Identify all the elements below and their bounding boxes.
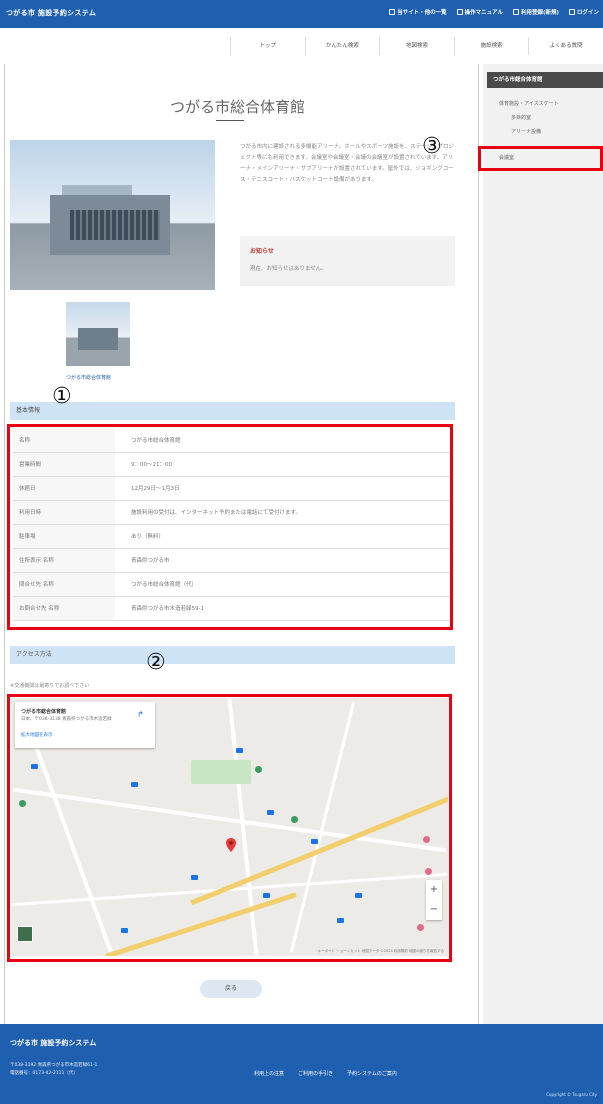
notice-text: 現在、お知らせはありません。	[250, 266, 327, 272]
global-nav: トップ かんたん検索 地図検索 施設検索 よくある質問	[230, 37, 603, 55]
info-icon	[389, 9, 396, 15]
top-header: つがる市 施設予約システム 当サイト・他の一覧 操作マニュアル 利用登録(新規)…	[0, 0, 603, 28]
site-brand[interactable]: つがる市 施設予約システム	[6, 8, 96, 18]
sidebar-item-sports[interactable]: 体育施設・アイススケート	[499, 100, 559, 107]
nav-item-top[interactable]: トップ	[230, 37, 305, 55]
header-link-register[interactable]: 利用登録(新規)	[512, 8, 559, 16]
access-note: ※交通機関は最寄りでお調べ下さい	[10, 683, 90, 689]
header-link-list[interactable]: 当サイト・他の一覧	[389, 8, 447, 16]
nav-item-facility-search[interactable]: 施設検索	[453, 37, 529, 55]
annotation-box-map	[7, 694, 452, 962]
pin-icon	[512, 9, 519, 15]
notice-title: お知らせ	[250, 248, 274, 255]
login-icon	[568, 9, 575, 15]
sidebar-title: つがる市総合体育館	[487, 72, 603, 88]
footer-link-terms[interactable]: 利用上の注意	[254, 1070, 284, 1077]
nav-item-faq[interactable]: よくある質問	[528, 37, 603, 55]
book-icon	[456, 9, 463, 15]
page-title: つがる市総合体育館	[169, 98, 305, 116]
footer-address: 〒038-3192 青森県つがる市木造若緑61-1	[10, 1063, 98, 1068]
thumbnail-caption[interactable]: つがる市総合体育館	[66, 374, 111, 381]
sidebar: つがる市総合体育館 体育施設・アイススケート 多目的室 アリーナ設備 会議室	[483, 64, 603, 1024]
title-divider	[216, 120, 244, 121]
header-link-label: ログイン	[576, 10, 599, 16]
header-links: 当サイト・他の一覧 操作マニュアル 利用登録(新規) ログイン	[389, 8, 599, 16]
footer-link-guide[interactable]: ご利用の手引き	[298, 1070, 333, 1077]
nav-item-map-search[interactable]: 地図検索	[379, 37, 454, 55]
sidebar-item-arena[interactable]: アリーナ設備	[511, 128, 541, 135]
basic-info-heading: 基本情報	[10, 402, 455, 420]
annotation-number-1: ①	[52, 384, 72, 409]
access-heading: アクセス方法	[10, 646, 455, 664]
footer-brand: つがる市 施設予約システム	[10, 1039, 97, 1047]
annotation-number-3: ③	[422, 134, 442, 159]
footer-link-system[interactable]: 予約システムのご案内	[347, 1070, 397, 1077]
facility-photo	[10, 140, 215, 290]
building-windows	[70, 210, 160, 240]
sidebar-item-multipurpose[interactable]: 多目的室	[511, 114, 531, 121]
back-button[interactable]: 戻る	[200, 980, 262, 998]
header-link-label: 当サイト・他の一覧	[397, 10, 447, 16]
notice-box: お知らせ 現在、お知らせはありません。	[240, 236, 455, 286]
annotation-box-basic-info	[7, 424, 453, 630]
annotation-box-sidebar	[478, 146, 603, 171]
header-link-label: 利用登録(新規)	[520, 10, 559, 16]
nav-item-simple-search[interactable]: かんたん検索	[304, 37, 380, 55]
header-link-label: 操作マニュアル	[464, 10, 503, 16]
footer-copyright: Copyright © Tsugaru City	[546, 1092, 597, 1097]
site-footer: つがる市 施設予約システム 〒038-3192 青森県つがる市木造若緑61-1 …	[0, 1024, 603, 1104]
footer-links: 利用上の注意 ご利用の手引き 予約システムのご案内	[254, 1070, 397, 1077]
thumbnail-building	[78, 328, 118, 350]
footer-contact: 電話番号：0173-42-2111（代）	[10, 1071, 78, 1076]
header-link-login[interactable]: ログイン	[568, 8, 599, 16]
header-link-manual[interactable]: 操作マニュアル	[456, 8, 503, 16]
annotation-number-2: ②	[146, 650, 166, 675]
facility-thumbnail[interactable]	[66, 302, 130, 366]
